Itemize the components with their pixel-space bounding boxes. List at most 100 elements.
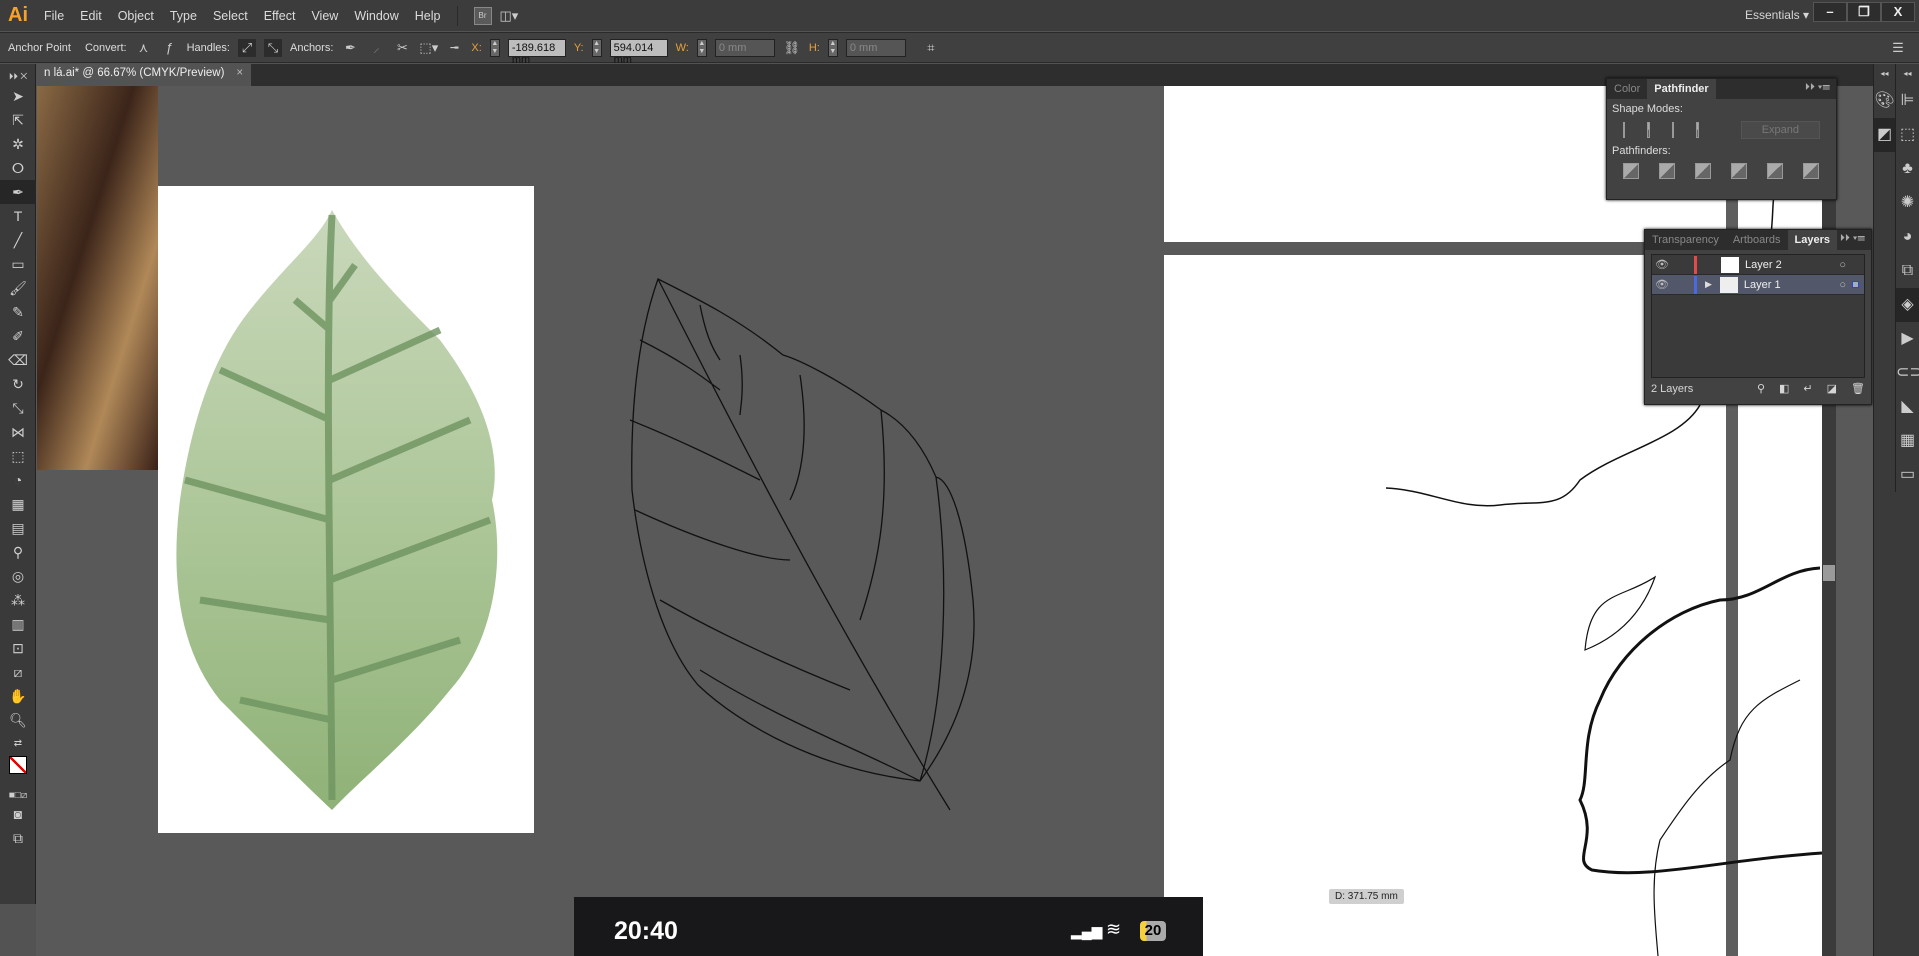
perspective-grid-tool-icon[interactable]: ▦	[0, 492, 36, 516]
crop-icon[interactable]	[1731, 163, 1747, 179]
artboard-tool-icon[interactable]: ⊡	[0, 636, 36, 660]
gradient-tool-icon[interactable]: ▤	[0, 516, 36, 540]
menu-window[interactable]: Window	[346, 9, 406, 23]
h-input[interactable]: 0 mm	[845, 38, 906, 57]
actions-panel-icon[interactable]: ▶	[1896, 322, 1919, 356]
gradient-panel-icon[interactable]: ◣	[1896, 390, 1919, 424]
unite-icon[interactable]	[1623, 122, 1626, 138]
close-tab-icon[interactable]: ×	[236, 67, 243, 79]
control-menu-icon[interactable]: ☰	[1889, 39, 1907, 57]
outline-icon[interactable]	[1767, 163, 1783, 179]
panel-menu-icon[interactable]: ⏵⏵ ▾☰	[1840, 233, 1865, 244]
clipping-mask-icon[interactable]: ◧	[1779, 382, 1789, 395]
scale-tool-icon[interactable]: ⤡	[0, 396, 36, 420]
delete-layer-icon[interactable]: 🗑︎	[1851, 382, 1865, 395]
lasso-tool-icon[interactable]: ⵔ	[0, 156, 36, 180]
minimize-button[interactable]: –	[1813, 2, 1847, 22]
free-transform-tool-icon[interactable]: ⬚	[0, 444, 36, 468]
tab-artboards[interactable]: Artboards	[1726, 230, 1788, 250]
expand-button[interactable]: Expand	[1740, 121, 1820, 139]
stroke-panel-icon[interactable]: ▭	[1896, 458, 1919, 492]
visibility-eye-icon[interactable]: 👁︎	[1652, 258, 1672, 271]
shape-builder-tool-icon[interactable]: ◔	[0, 468, 36, 492]
new-layer-icon[interactable]: ◪	[1827, 382, 1837, 395]
color-mode-icon[interactable]: ■□⧄	[0, 784, 36, 802]
selection-tool-icon[interactable]: ➤	[0, 84, 36, 108]
y-input[interactable]: 594.014 mm	[609, 38, 668, 66]
w-stepper[interactable]: ▲ ▼	[696, 38, 707, 57]
menu-object[interactable]: Object	[110, 9, 162, 23]
locate-object-icon[interactable]: ⚲	[1757, 382, 1765, 395]
width-tool-icon[interactable]: ⋈	[0, 420, 36, 444]
pen-tool-icon[interactable]: ✒	[0, 180, 36, 204]
h-stepper[interactable]: ▲ ▼	[827, 38, 838, 57]
w-input[interactable]: 0 mm	[714, 38, 775, 57]
menu-help[interactable]: Help	[407, 9, 449, 23]
zoom-tool-icon[interactable]: 🔍︎	[0, 708, 36, 732]
intersect-icon[interactable]	[1671, 122, 1675, 138]
menu-edit[interactable]: Edit	[72, 9, 110, 23]
x-input[interactable]: -189.618 mm	[507, 38, 566, 66]
selection-indicator[interactable]	[1852, 281, 1859, 288]
menu-view[interactable]: View	[303, 9, 346, 23]
layer-name[interactable]: Layer 1	[1744, 279, 1781, 291]
isolate-icon[interactable]: ⬚▾	[419, 39, 438, 57]
target-circle-icon[interactable]: ○	[1839, 279, 1846, 291]
layers-panel-icon[interactable]: ◈	[1896, 288, 1919, 322]
connect-anchor-icon[interactable]: ⸝	[367, 39, 385, 57]
brushes-panel-icon[interactable]: ✺	[1896, 186, 1919, 220]
menu-file[interactable]: File	[36, 9, 72, 23]
bridge-button[interactable]: Br	[473, 6, 492, 25]
merge-icon[interactable]	[1695, 163, 1711, 179]
hand-tool-icon[interactable]: ✋	[0, 684, 36, 708]
close-button[interactable]: X	[1881, 2, 1915, 22]
line-art-leaf[interactable]	[629, 278, 975, 811]
symbol-sprayer-tool-icon[interactable]: ⁂	[0, 588, 36, 612]
magic-wand-tool-icon[interactable]: ✲	[0, 132, 36, 156]
photo-reference[interactable]	[37, 86, 158, 470]
divide-icon[interactable]	[1623, 163, 1639, 179]
remove-anchor-icon[interactable]: ✒	[341, 39, 359, 57]
menu-type[interactable]: Type	[162, 9, 205, 23]
tab-color[interactable]: Color	[1607, 79, 1647, 99]
restore-button[interactable]: ❐	[1847, 2, 1881, 22]
expand-triangle-icon[interactable]: ▶	[1705, 279, 1712, 290]
layer-row-layer-2[interactable]: 👁︎ Layer 2 ○	[1652, 255, 1864, 275]
align-panel-icon[interactable]: ⊫	[1896, 84, 1919, 118]
new-sublayer-icon[interactable]: ↵	[1803, 382, 1812, 395]
layer-name[interactable]: Layer 2	[1745, 259, 1782, 271]
hide-handles-icon[interactable]: ⤡	[263, 38, 282, 57]
reference-point-icon[interactable]: ╼	[445, 39, 463, 57]
canvas[interactable]	[36, 86, 1873, 956]
document-tab[interactable]: n lá.ai* @ 66.67% (CMYK/Preview) ×	[36, 64, 252, 86]
x-stepper[interactable]: ▲ ▼	[489, 38, 500, 57]
paintbrush-tool-icon[interactable]: 🖌	[0, 276, 36, 300]
arrange-documents-icon[interactable]: ◫▾	[500, 7, 519, 25]
pathfinder-panel-icon[interactable]: ◩	[1874, 118, 1895, 152]
fill-stroke-icon[interactable]	[0, 750, 36, 784]
appearance-panel-icon[interactable]: ◕	[1896, 220, 1919, 254]
blend-tool-icon[interactable]: ◎	[0, 564, 36, 588]
collapse-icon[interactable]: ⏵⏵ ✕	[0, 64, 36, 84]
tab-pathfinder[interactable]: Pathfinder	[1647, 79, 1716, 99]
graph-tool-icon[interactable]: ▥	[0, 612, 36, 636]
minus-front-icon[interactable]	[1647, 122, 1650, 138]
layer-row-layer-1[interactable]: 👁︎ ▶ Layer 1 ○	[1652, 275, 1864, 295]
exclude-icon[interactable]	[1696, 122, 1699, 138]
slice-tool-icon[interactable]: ⧄	[0, 660, 36, 684]
menu-effect[interactable]: Effect	[256, 9, 304, 23]
panel-menu-icon[interactable]: ⏵⏵ ▾☰	[1805, 82, 1830, 93]
visibility-eye-icon[interactable]: 👁︎	[1652, 278, 1672, 291]
trim-icon[interactable]	[1659, 163, 1675, 179]
transform-icon[interactable]: ⌗	[922, 39, 940, 57]
vertical-scrollbar[interactable]	[1822, 86, 1836, 956]
tab-transparency[interactable]: Transparency	[1645, 230, 1726, 250]
tab-layers[interactable]: Layers	[1787, 230, 1838, 250]
minus-back-icon[interactable]	[1803, 163, 1819, 179]
line-tool-icon[interactable]: ╱	[0, 228, 36, 252]
rectangle-tool-icon[interactable]: ▭	[0, 252, 36, 276]
screen-mode-icon[interactable]: ⧉	[0, 826, 36, 850]
collapse-dock-icon[interactable]: ◂◂	[1896, 64, 1919, 84]
links-panel-icon[interactable]: ⊂⊃	[1896, 356, 1919, 390]
direct-selection-tool-icon[interactable]: ⇱	[0, 108, 36, 132]
